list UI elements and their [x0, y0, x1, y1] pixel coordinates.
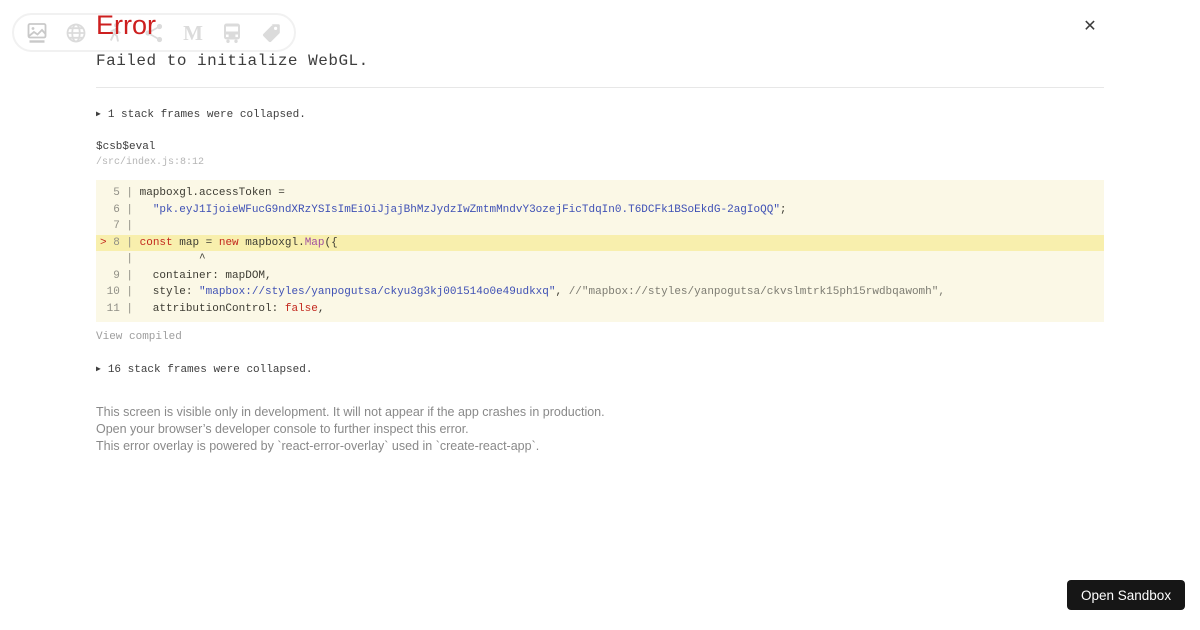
error-message: Failed to initialize WebGL.: [96, 52, 369, 70]
stack-collapse-top[interactable]: ▶ 1 stack frames were collapsed.: [96, 109, 306, 121]
code-line: 7 |: [100, 220, 140, 232]
stack-collapse-bottom[interactable]: ▶ 16 stack frames were collapsed.: [96, 364, 312, 376]
footer-note: This screen is visible only in developme…: [96, 405, 605, 419]
collapse-bottom-label: 16 stack frames were collapsed.: [107, 364, 313, 376]
code-line: > 8 | const map = new mapboxgl.Map({: [96, 234, 1104, 251]
close-icon[interactable]: ✕: [1076, 12, 1104, 40]
view-compiled-link[interactable]: View compiled: [96, 331, 182, 343]
stack-frame-function: $csb$eval: [96, 141, 156, 153]
error-overlay: Error ✕ Failed to initialize WebGL. ▶ 1 s…: [0, 0, 1200, 630]
code-line: 6 | "pk.eyJ1IjoieWFucG9ndXRzYSIsImEiOiJj…: [100, 203, 787, 216]
expand-arrow-icon: ▶: [96, 110, 101, 119]
code-line: 10 | style: "mapbox://styles/yanpogutsa/…: [100, 286, 945, 298]
footer-note: This error overlay is powered by `react-…: [96, 439, 540, 453]
code-line: 11 | attributionControl: false,: [100, 302, 325, 315]
code-line: | ^: [100, 253, 206, 265]
code-frame: 5 | mapboxgl.accessToken = 6 | "pk.eyJ1I…: [96, 180, 1104, 322]
stack-frame-location: /src/index.js:8:12: [96, 157, 205, 168]
error-title: Error: [96, 10, 156, 40]
collapse-top-label: 1 stack frames were collapsed.: [107, 109, 306, 121]
expand-arrow-icon: ▶: [96, 365, 101, 374]
code-line: 9 | container: mapDOM,: [100, 269, 272, 282]
footer-notes: This screen is visible only in developme…: [96, 404, 605, 455]
code-line: 5 | mapboxgl.accessToken =: [100, 187, 285, 199]
footer-note: Open your browser’s developer console to…: [96, 422, 469, 436]
divider: [96, 87, 1104, 88]
